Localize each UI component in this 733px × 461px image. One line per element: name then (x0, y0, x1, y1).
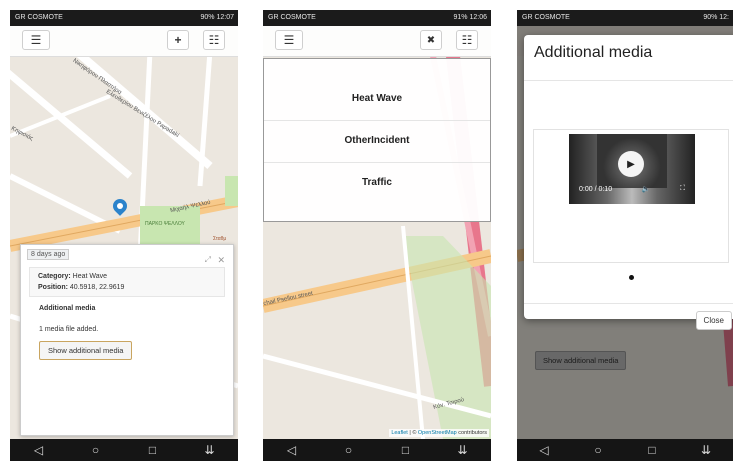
fullscreen-icon[interactable]: ⛶ (680, 185, 685, 193)
android-nav-bar: ◁ ○ □ ⇊ (263, 439, 491, 461)
status-bar: GR COSMOTE 90% 12:07 (10, 10, 238, 26)
divider (524, 80, 733, 81)
media-heading: Additional media (39, 305, 96, 312)
phone-screen-1: GR COSMOTE 90% 12:07 Νικηφόρου Πλαστήρα … (10, 10, 238, 461)
battery-time: 90% 12: (703, 14, 729, 21)
notification-icon[interactable]: ⇊ (453, 443, 473, 457)
close-button[interactable]: Close (695, 311, 732, 330)
menu-button[interactable]: ☰ (275, 30, 303, 50)
divider (524, 303, 733, 304)
menu-item-other-incident[interactable]: OtherIncident (264, 120, 490, 163)
home-icon[interactable]: ○ (588, 443, 608, 457)
carrier-label: GR COSMOTE (522, 14, 570, 21)
time-badge: 8 days ago (27, 249, 70, 260)
map-label: ΠΑΡΚΟ ΨΕΛΛΟΥ (145, 221, 185, 227)
home-icon[interactable]: ○ (86, 443, 106, 457)
status-bar: GR COSMOTE 91% 12:06 (263, 10, 491, 26)
carrier-label: GR COSMOTE (268, 14, 316, 21)
incident-info: Category: Heat Wave Position: 40.5918, 2… (29, 267, 225, 297)
incident-type-menu: Heat Wave OtherIncident Traffic (263, 58, 491, 222)
toolbar: ☰ + ☷ (10, 26, 238, 57)
phone-screen-2: GR COSMOTE 91% 12:06 chail Psellou stree… (263, 10, 491, 461)
attribution-contributors: contributors (456, 430, 487, 436)
map-attribution: Leaflet | © OpenStreetMap contributors (389, 429, 489, 437)
android-nav-bar: ◁ ○ □ ⇊ (517, 439, 733, 461)
carrier-label: GR COSMOTE (15, 14, 63, 21)
status-bar: GR COSMOTE 90% 12: (517, 10, 733, 26)
list-button[interactable]: ☷ (456, 30, 478, 50)
media-count-text: 1 media file added. (39, 326, 99, 333)
home-icon[interactable]: ○ (339, 443, 359, 457)
back-icon[interactable]: ◁ (534, 443, 554, 457)
video-time: 0:00 / 0:10 (579, 185, 613, 193)
show-media-button[interactable]: Show additional media (39, 341, 133, 360)
list-icon: ☷ (461, 33, 473, 47)
osm-link[interactable]: OpenStreetMap (418, 430, 457, 436)
phone-screen-3: GR COSMOTE 90% 12: Show additional media… (517, 10, 733, 461)
battery-time: 90% 12:07 (200, 14, 234, 21)
incident-popup: 8 days ago ⤢ ✕ Category: Heat Wave Posit… (20, 244, 234, 436)
carousel-indicator[interactable] (629, 275, 634, 280)
notification-icon[interactable]: ⇊ (696, 443, 716, 457)
close-icon[interactable]: ✕ (217, 255, 225, 266)
recents-icon[interactable]: □ (396, 443, 416, 457)
back-icon[interactable]: ◁ (282, 443, 302, 457)
expand-icon[interactable]: ⤢ (205, 255, 211, 265)
additional-media-modal: Additional media × ▶ 0:00 / 0:10 🔈 ⛶ Clo… (524, 35, 733, 330)
add-button[interactable]: + (167, 30, 189, 50)
recents-icon[interactable]: □ (143, 443, 163, 457)
menu-item-heat-wave[interactable]: Heat Wave (264, 78, 490, 121)
toolbar: ☰ ✖ ☷ (263, 26, 491, 57)
map-label: Σταθμ (213, 236, 227, 242)
category-label: Category: (38, 273, 71, 280)
menu-button[interactable]: ☰ (22, 30, 50, 50)
leaflet-link[interactable]: Leaflet (391, 430, 408, 436)
recents-icon[interactable]: □ (642, 443, 662, 457)
list-icon: ☷ (208, 33, 220, 47)
close-button[interactable]: ✖ (420, 30, 442, 50)
hamburger-icon: ☰ (283, 33, 295, 47)
android-nav-bar: ◁ ○ □ ⇊ (10, 439, 238, 461)
attribution-separator: | © (407, 430, 418, 436)
category-value: Heat Wave (72, 273, 108, 280)
position-label: Position: (38, 284, 68, 291)
hamburger-icon: ☰ (30, 33, 42, 47)
video-controls: 0:00 / 0:10 🔈 ⛶ (569, 182, 695, 196)
video-player[interactable]: ▶ 0:00 / 0:10 🔈 ⛶ (569, 134, 695, 204)
battery-time: 91% 12:06 (453, 14, 487, 21)
back-icon[interactable]: ◁ (29, 443, 49, 457)
menu-item-traffic[interactable]: Traffic (264, 162, 490, 204)
modal-title: Additional media (534, 44, 653, 61)
notification-icon[interactable]: ⇊ (200, 443, 220, 457)
media-carousel: ▶ 0:00 / 0:10 🔈 ⛶ (533, 129, 729, 263)
position-value: 40.5918, 22.9619 (69, 284, 125, 291)
list-button[interactable]: ☷ (203, 30, 225, 50)
play-icon[interactable]: ▶ (618, 151, 644, 177)
volume-icon[interactable]: 🔈 (642, 185, 651, 193)
